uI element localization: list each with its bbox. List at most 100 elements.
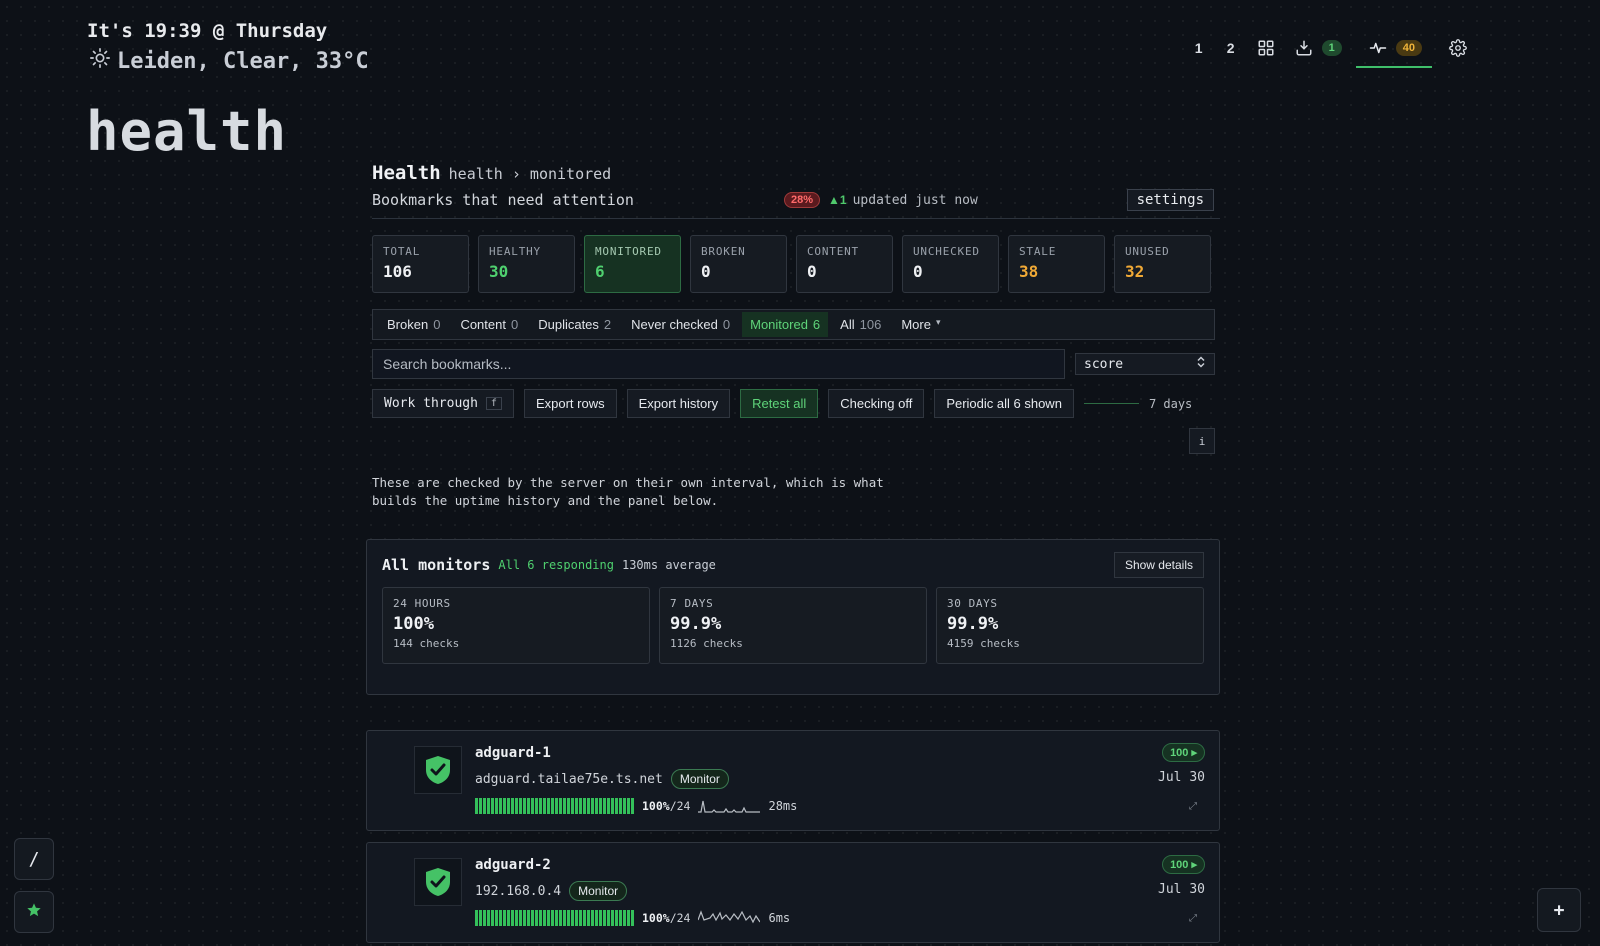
tab-content[interactable]: Content 0 [452, 312, 526, 337]
stat-healthy[interactable]: HEALTHY 30 [478, 235, 575, 293]
expand-icon[interactable]: ⤢ [1189, 801, 1197, 812]
stat-value: 30 [489, 262, 509, 281]
monitor-tag: Monitor [569, 881, 628, 901]
period-7d: 7 DAYS 99.9% 1126 checks [659, 587, 927, 664]
bookmark-card[interactable]: adguard-2 192.168.0.4 Monitor 100%/24 6m… [366, 842, 1220, 943]
bookmark-host[interactable]: adguard.tailae75e.ts.net [475, 772, 663, 787]
inbox-download-icon [1292, 36, 1316, 60]
monitor-description: These are checked by the server on their… [372, 475, 884, 508]
stat-broken[interactable]: BROKEN 0 [690, 235, 787, 293]
monitors-average: 130ms average [621, 558, 716, 572]
stat-label: BROKEN [701, 245, 746, 258]
score-badge[interactable]: 100 ▸ [1162, 855, 1205, 874]
period-label: 7 DAYS [670, 597, 714, 610]
latency-value: 28ms [768, 799, 798, 813]
gear-icon[interactable] [1446, 36, 1470, 60]
page-title: health [86, 100, 288, 163]
period-value: 100% [393, 614, 434, 634]
bookmark-card[interactable]: adguard-1 adguard.tailae75e.ts.net Monit… [366, 730, 1220, 831]
stat-value: 32 [1125, 262, 1145, 281]
uptime-text: 100%/24 [642, 799, 690, 813]
weather-line: Leiden, Clear, 33°C [89, 47, 369, 75]
tab-monitored[interactable]: Monitored 6 [742, 312, 829, 337]
stat-unused[interactable]: UNUSED 32 [1114, 235, 1211, 293]
uptime-bars [475, 910, 634, 926]
tab-label: Duplicates [538, 317, 599, 332]
period-label: 24 HOURS [393, 597, 451, 610]
settings-button[interactable]: settings [1126, 189, 1214, 211]
uptime-percent: 100% [642, 799, 670, 813]
bookmark-host[interactable]: 192.168.0.4 [475, 884, 561, 899]
breadcrumb: health › monitored [448, 165, 612, 183]
tab-count: 0 [433, 317, 441, 332]
expand-icon[interactable]: ⤢ [1189, 913, 1197, 924]
stat-label: UNCHECKED [913, 245, 980, 258]
add-button[interactable]: + [1537, 888, 1581, 932]
tab-more[interactable]: More ▾ [893, 312, 948, 337]
tab-count: 0 [510, 317, 519, 332]
command-button[interactable]: / [14, 838, 54, 880]
stat-monitored[interactable]: MONITORED 6 [584, 235, 681, 293]
work-through-label: Work through [384, 396, 478, 411]
monitors-title: All monitors [382, 556, 491, 574]
period-checks: 1126 checks [670, 637, 743, 650]
stat-label: UNUSED [1125, 245, 1170, 258]
tab-broken[interactable]: Broken 0 [379, 312, 448, 337]
inbox-button[interactable]: 1 [1292, 36, 1342, 60]
score-badge[interactable]: 100 ▸ [1162, 743, 1205, 762]
monitor-tag: Monitor [670, 769, 729, 789]
activity-count-badge: 40 [1395, 40, 1422, 56]
info-button[interactable]: i [1189, 428, 1215, 454]
favorites-button[interactable] [14, 891, 54, 933]
shield-check-icon [414, 858, 462, 906]
period-checks: 144 checks [393, 637, 460, 650]
tab-label: Monitored [750, 317, 808, 332]
stat-label: MONITORED [595, 245, 662, 258]
range-slider[interactable] [1083, 403, 1139, 404]
workspace-1-button[interactable]: 1 [1190, 40, 1208, 56]
stat-content[interactable]: CONTENT 0 [796, 235, 893, 293]
tab-label: More [901, 317, 931, 332]
sort-select[interactable]: score [1075, 353, 1215, 375]
all-monitors-panel: All monitors All 6 responding 130ms aver… [366, 539, 1220, 695]
chevron-down-icon: ▾ [935, 317, 941, 327]
stats-row: TOTAL 106 HEALTHY 30 MONITORED 6 BROKEN 0 CO… [372, 235, 1220, 293]
divider [372, 218, 1220, 219]
stat-label: TOTAL [383, 245, 421, 258]
tab-label: All [840, 317, 855, 332]
show-details-button[interactable]: Show details [1113, 552, 1204, 578]
tab-count: 0 [722, 317, 731, 332]
search-input[interactable] [372, 349, 1065, 379]
star-icon [26, 902, 42, 923]
tab-never-checked[interactable]: Never checked 0 [623, 312, 738, 337]
tab-label: Broken [387, 317, 429, 332]
checking-off-button[interactable]: Checking off [828, 389, 925, 418]
work-through-button[interactable]: Work through f [372, 389, 514, 418]
period-label: 30 DAYS [947, 597, 998, 610]
top-nav: 1 2 1 40 [1190, 33, 1470, 68]
tab-all[interactable]: All 106 [832, 312, 889, 337]
stat-value: 38 [1019, 262, 1039, 281]
periodic-button[interactable]: Periodic all 6 shown [934, 389, 1074, 418]
export-rows-button[interactable]: Export rows [523, 389, 617, 418]
stat-unchecked[interactable]: UNCHECKED 0 [902, 235, 999, 293]
percent-badge: 28% [784, 192, 821, 208]
tab-duplicates[interactable]: Duplicates 2 [530, 312, 619, 337]
panel-title: Health [372, 162, 441, 184]
grid-icon[interactable] [1254, 36, 1278, 60]
export-history-button[interactable]: Export history [626, 389, 731, 418]
stat-stale[interactable]: STALE 38 [1008, 235, 1105, 293]
stat-total[interactable]: TOTAL 106 [372, 235, 469, 293]
workspace-2-button[interactable]: 2 [1222, 40, 1240, 56]
activity-button[interactable]: 40 [1355, 36, 1432, 68]
uptime-percent: 100% [642, 911, 670, 925]
retest-all-button[interactable]: Retest all [740, 389, 819, 418]
stat-value: 6 [595, 262, 605, 281]
period-value: 99.9% [670, 614, 722, 634]
bookmark-name[interactable]: adguard-2 [475, 857, 551, 873]
stat-label: HEALTHY [489, 245, 541, 258]
uptime-bars [475, 798, 634, 814]
uptime-window: /24 [669, 799, 691, 813]
tab-count: 106 [859, 317, 882, 332]
bookmark-name[interactable]: adguard-1 [475, 745, 551, 761]
